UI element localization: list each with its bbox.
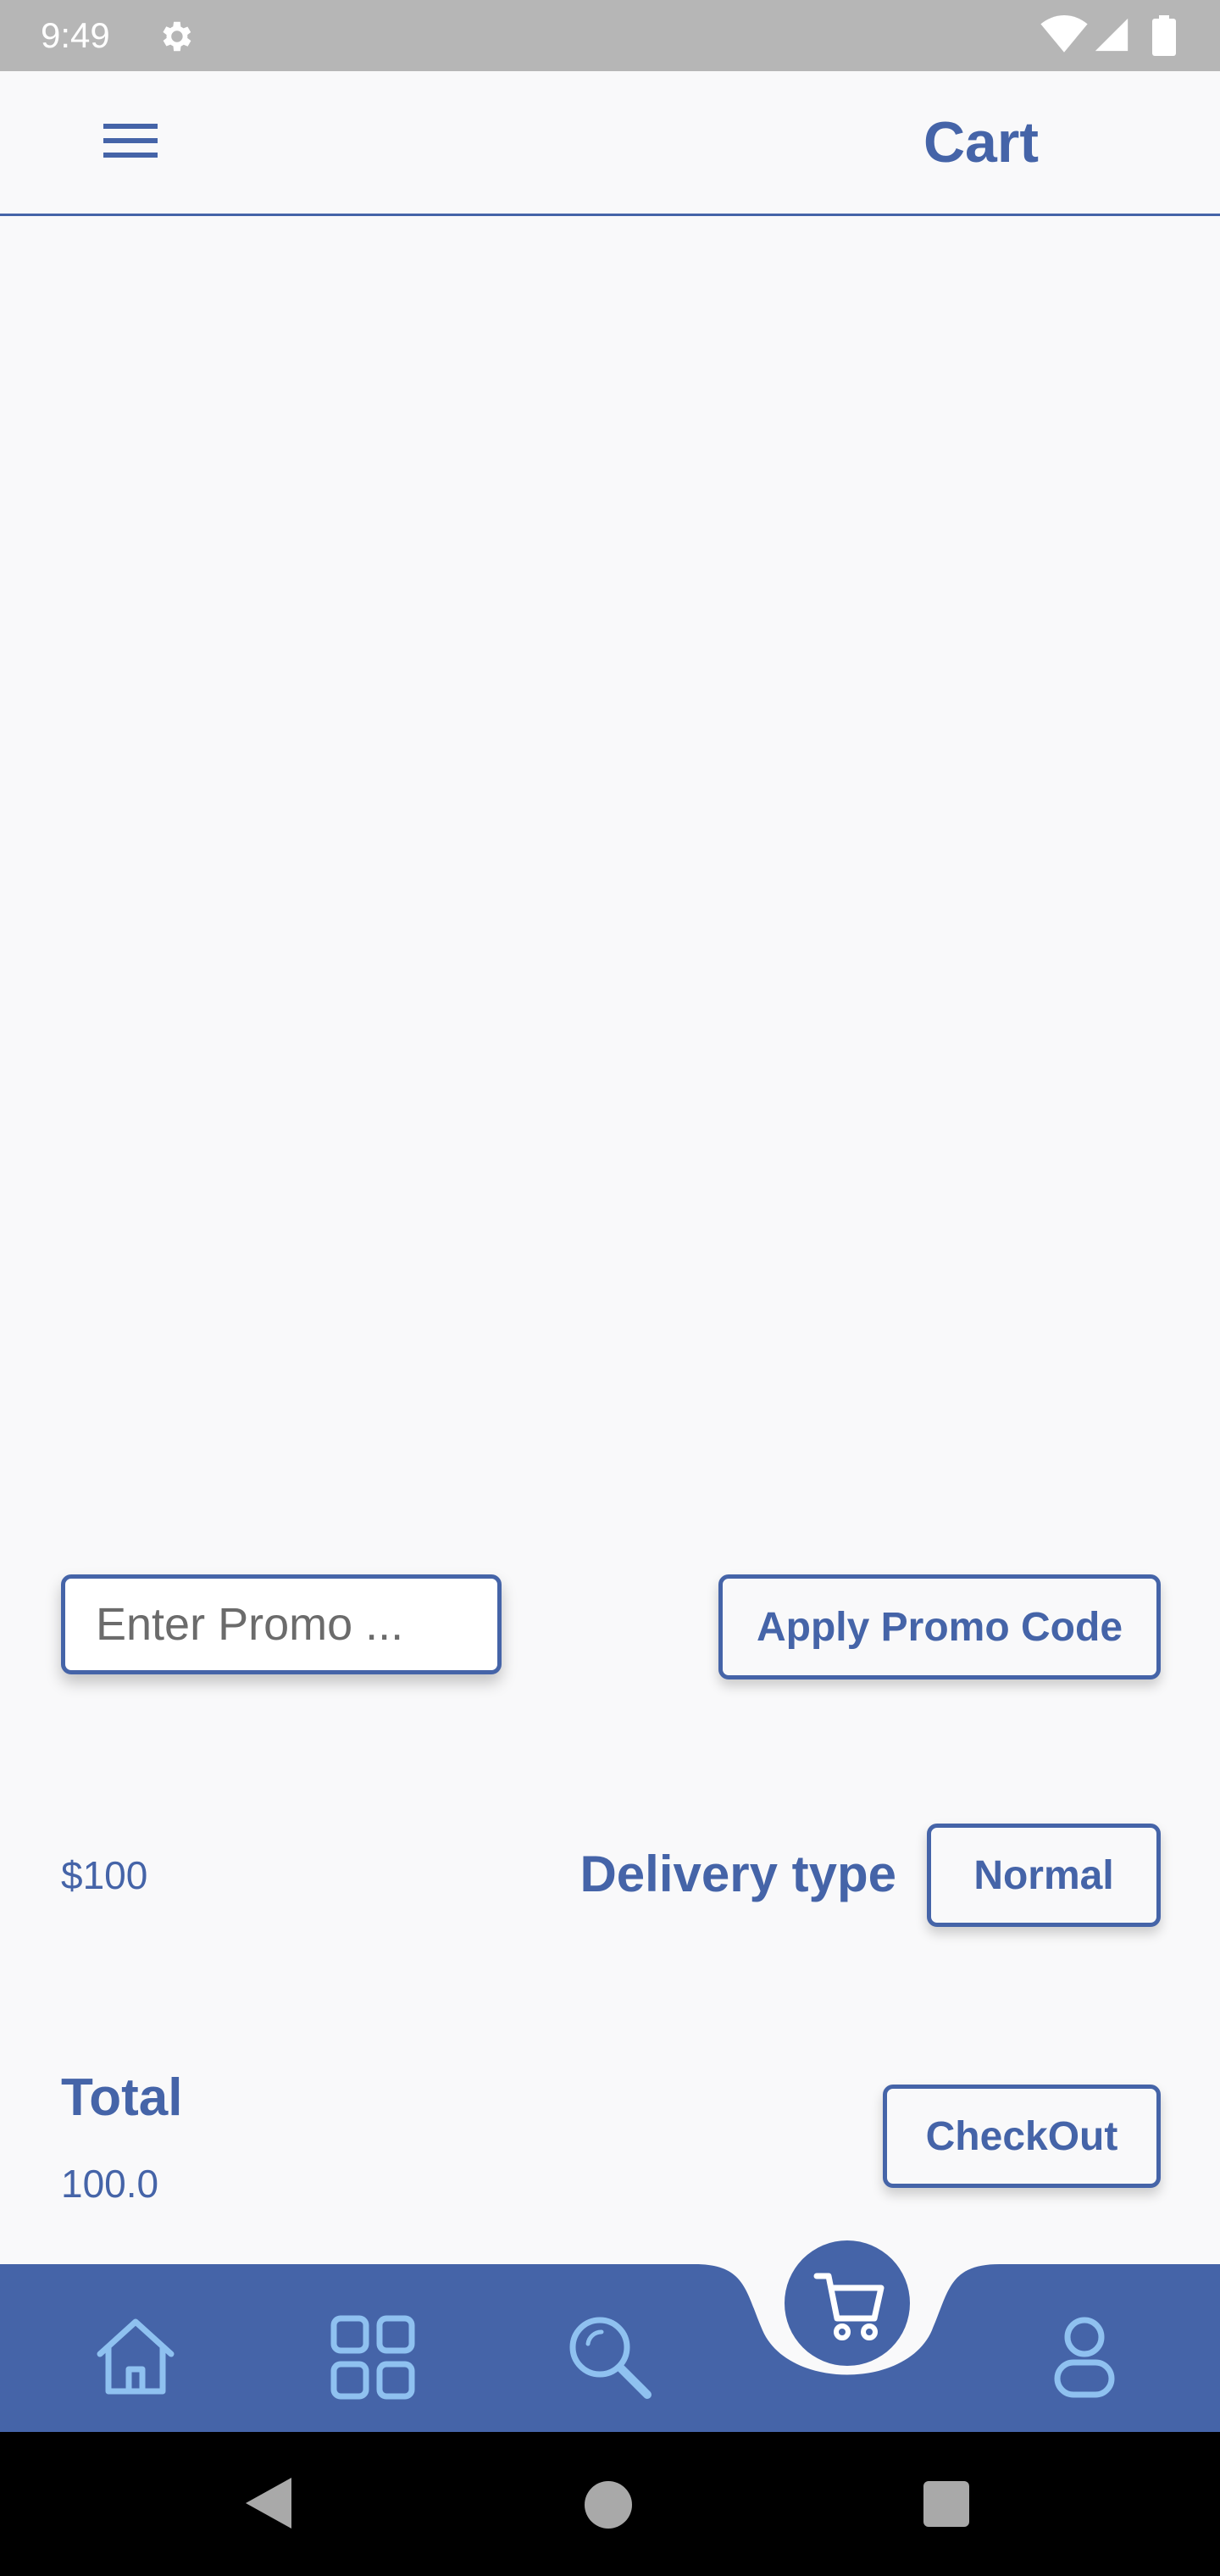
battery-icon [1152, 15, 1176, 56]
app-bar: Cart [0, 71, 1220, 216]
hamburger-menu-icon[interactable] [95, 114, 166, 168]
home-circle-icon[interactable] [585, 2481, 632, 2529]
cart-icon [813, 2273, 884, 2340]
delivery-price: $100 [61, 1853, 148, 1897]
delivery-type-button[interactable]: Normal [927, 1824, 1161, 1927]
search-icon[interactable] [559, 2307, 661, 2408]
bottom-navigation [0, 2203, 1220, 2432]
categories-grid-icon[interactable] [322, 2307, 424, 2408]
cell-signal-icon [1095, 18, 1128, 52]
status-time: 9:49 [41, 15, 110, 55]
profile-icon[interactable] [1034, 2307, 1135, 2408]
total-value: 100.0 [61, 2162, 159, 2206]
total-label: Total [61, 2068, 183, 2127]
settings-gear-icon [163, 21, 191, 52]
recents-square-icon[interactable] [923, 2481, 969, 2527]
cart-nav-button[interactable] [785, 2240, 910, 2366]
checkout-button[interactable]: CheckOut [883, 2085, 1161, 2188]
delivery-type-label: Delivery type [580, 1846, 896, 1902]
promo-code-input[interactable] [61, 1574, 502, 1674]
wifi-icon [1040, 15, 1088, 53]
status-bar: 9:49 [0, 0, 1220, 71]
home-icon[interactable] [85, 2307, 186, 2408]
apply-promo-code-button[interactable]: Apply Promo Code [718, 1574, 1161, 1679]
page-title: Cart [923, 110, 1039, 175]
back-icon[interactable] [242, 2474, 297, 2532]
